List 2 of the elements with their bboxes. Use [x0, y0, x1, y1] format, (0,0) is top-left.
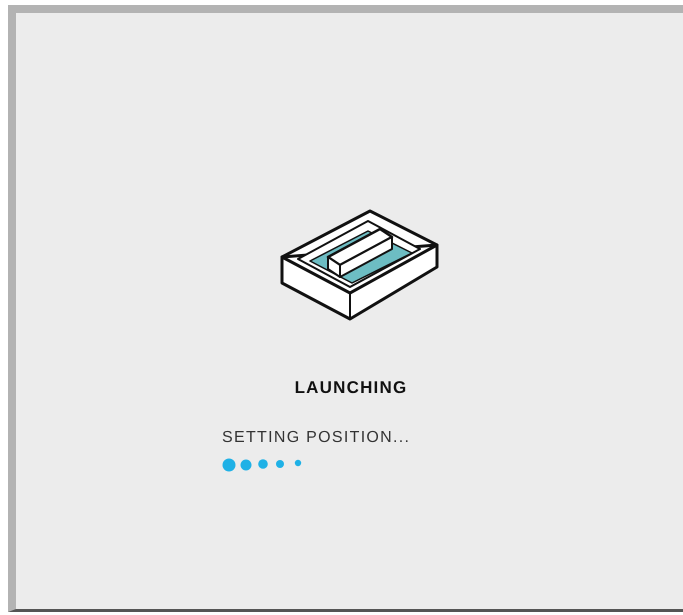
launching-title: LAUNCHING	[294, 379, 408, 396]
status-text: SETTING POSITION...	[222, 429, 410, 446]
